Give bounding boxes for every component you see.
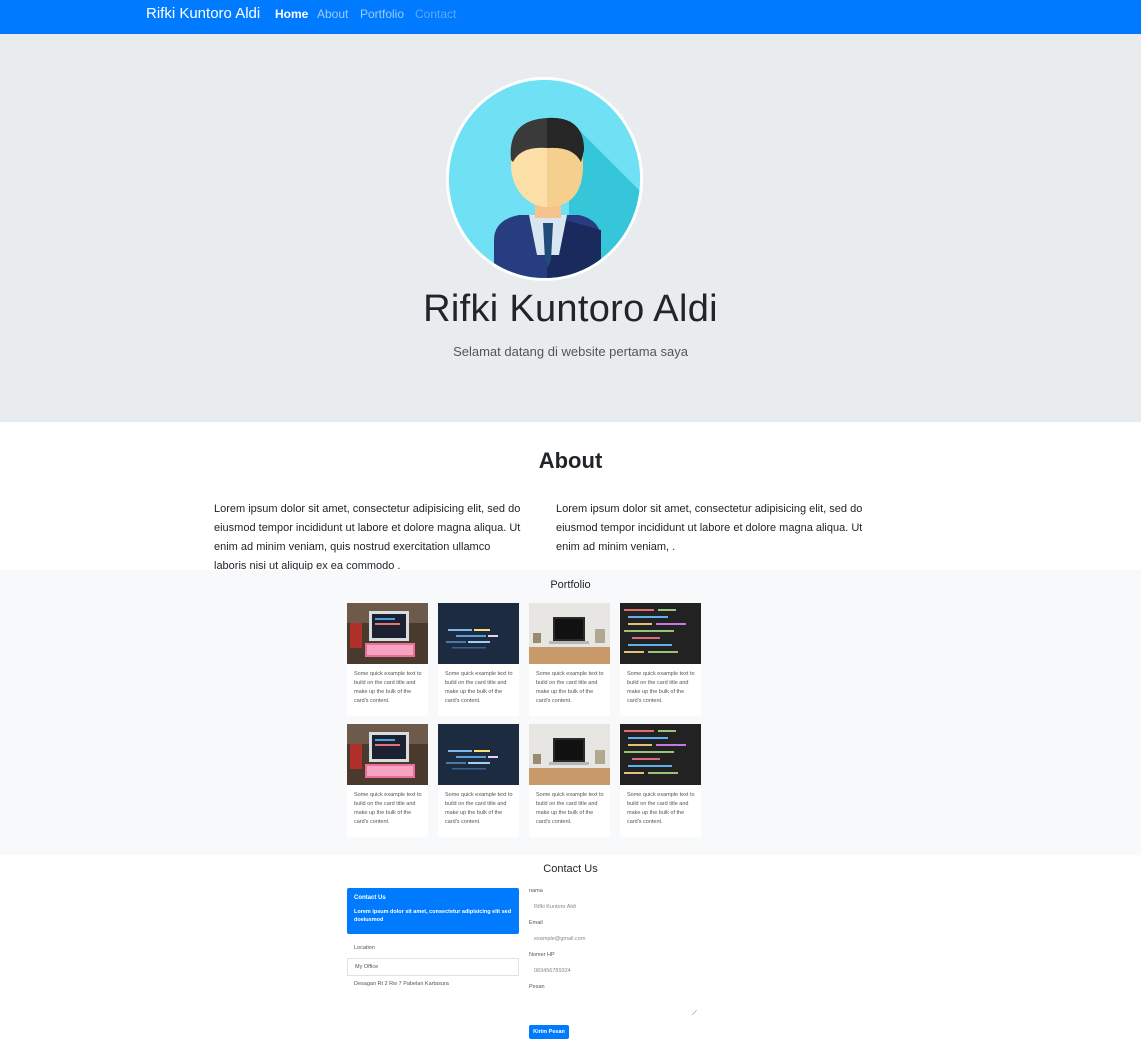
- about-text-left: Lorem ipsum dolor sit amet, consectetur …: [214, 503, 521, 572]
- card-text: Some quick example text to build on the …: [536, 671, 604, 704]
- laptop-keyboard-image: [347, 724, 428, 785]
- phone-label: Nomer HP: [529, 952, 555, 958]
- card-text: Some quick example text to build on the …: [354, 792, 422, 825]
- contact-title: Contact Us: [543, 863, 598, 875]
- nav-link-contact[interactable]: Contact: [415, 7, 456, 21]
- portfolio-title: Portfolio: [550, 579, 591, 591]
- code-dark-image: [620, 603, 701, 664]
- phone-input[interactable]: [529, 963, 700, 979]
- portfolio-card[interactable]: Some quick example text to build on the …: [529, 603, 610, 716]
- office-list-item: My Office: [347, 958, 519, 976]
- code-screen-blue-image: [438, 724, 519, 785]
- message-textarea[interactable]: [529, 994, 700, 1018]
- card-text: Some quick example text to build on the …: [445, 671, 513, 704]
- portfolio-card[interactable]: Some quick example text to build on the …: [438, 603, 519, 716]
- address-text: Desagan Rt 2 Rw 7 Pabelan Kartasura: [354, 981, 449, 987]
- portfolio-card[interactable]: Some quick example text to build on the …: [347, 724, 428, 837]
- portfolio-card[interactable]: Some quick example text to build on the …: [620, 724, 701, 837]
- nav-link-home[interactable]: Home: [275, 7, 308, 21]
- nav-link-about[interactable]: About: [317, 7, 348, 21]
- about-title: About: [538, 448, 603, 473]
- email-label: Email: [529, 920, 543, 926]
- hero-jumbotron: Rifki Kuntoro Aldi Selamat datang di web…: [0, 34, 1141, 422]
- navbar-brand[interactable]: Rifki Kuntoro Aldi: [146, 5, 260, 22]
- name-input[interactable]: [529, 899, 700, 915]
- portfolio-card[interactable]: Some quick example text to build on the …: [438, 724, 519, 837]
- hero-subtitle: Selamat datang di website pertama saya: [453, 344, 688, 359]
- laptop-keyboard-image: [347, 603, 428, 664]
- portfolio-card[interactable]: Some quick example text to build on the …: [529, 724, 610, 837]
- hero-name: Rifki Kuntoro Aldi: [423, 288, 718, 330]
- about-text-right: Lorem ipsum dolor sit amet, consectetur …: [556, 503, 863, 553]
- contact-card-text: Lorem ipsum dolor sit amet, consectetur …: [354, 909, 512, 923]
- submit-button[interactable]: Kirim Pesan: [529, 1025, 569, 1039]
- card-text: Some quick example text to build on the …: [627, 671, 695, 704]
- contact-card-heading: Contact Us: [354, 895, 386, 901]
- message-label: Pesan: [529, 984, 545, 990]
- resize-handle-icon[interactable]: ⟋: [692, 1010, 700, 1018]
- email-input[interactable]: [529, 931, 700, 947]
- nav-link-portfolio[interactable]: Portfolio: [360, 7, 404, 21]
- card-text: Some quick example text to build on the …: [536, 792, 604, 825]
- macbook-desk-image: [529, 724, 610, 785]
- card-text: Some quick example text to build on the …: [627, 792, 695, 825]
- name-label: nama: [529, 888, 543, 894]
- businessman-avatar-icon: [446, 77, 643, 281]
- card-text: Some quick example text to build on the …: [354, 671, 422, 704]
- contact-info-card: Contact Us Lorem ipsum dolor sit amet, c…: [347, 888, 519, 934]
- code-screen-blue-image: [438, 603, 519, 664]
- location-label: Location: [354, 945, 375, 951]
- portfolio-card[interactable]: Some quick example text to build on the …: [620, 603, 701, 716]
- navbar: Rifki Kuntoro Aldi Home About Portfolio …: [0, 0, 1141, 34]
- portfolio-card[interactable]: Some quick example text to build on the …: [347, 603, 428, 716]
- code-dark-image: [620, 724, 701, 785]
- macbook-desk-image: [529, 603, 610, 664]
- card-text: Some quick example text to build on the …: [445, 792, 513, 825]
